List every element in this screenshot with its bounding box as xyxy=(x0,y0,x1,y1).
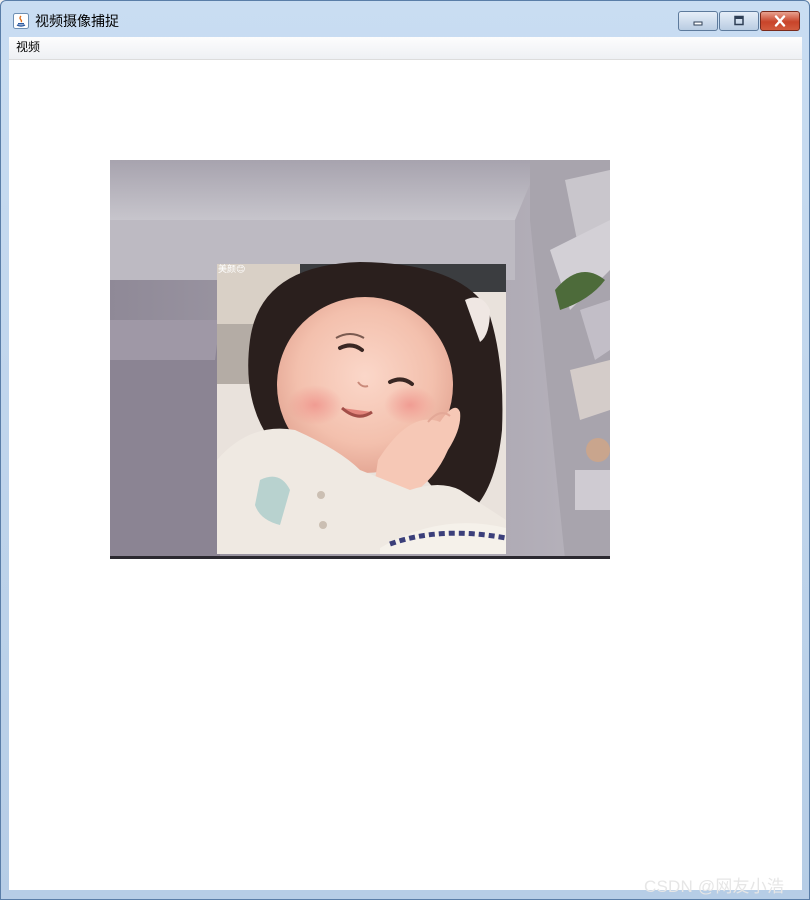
maximize-icon xyxy=(734,15,744,26)
minimize-icon xyxy=(693,21,703,26)
java-app-icon[interactable] xyxy=(13,13,29,29)
camera-feed-image xyxy=(110,160,610,559)
beauty-filter-badge: 美颜😊 xyxy=(218,265,246,275)
content-panel: 美颜😊 xyxy=(9,60,802,890)
menu-bar: 视频 xyxy=(9,37,802,60)
close-button[interactable] xyxy=(760,11,800,31)
csdn-watermark: CSDN @网友小浩 xyxy=(644,877,785,896)
app-window: 视频摄像捕捉 视频 美颜😊 CSDN @网友小浩 xyxy=(0,0,810,900)
close-icon xyxy=(774,15,786,27)
video-capture-frame: 美颜😊 xyxy=(110,160,610,559)
minimize-button[interactable] xyxy=(678,11,718,31)
menu-video[interactable]: 视频 xyxy=(14,39,42,55)
window-title: 视频摄像捕捉 xyxy=(35,14,119,30)
title-bar[interactable]: 视频摄像捕捉 xyxy=(1,1,809,37)
maximize-button[interactable] xyxy=(719,11,759,31)
